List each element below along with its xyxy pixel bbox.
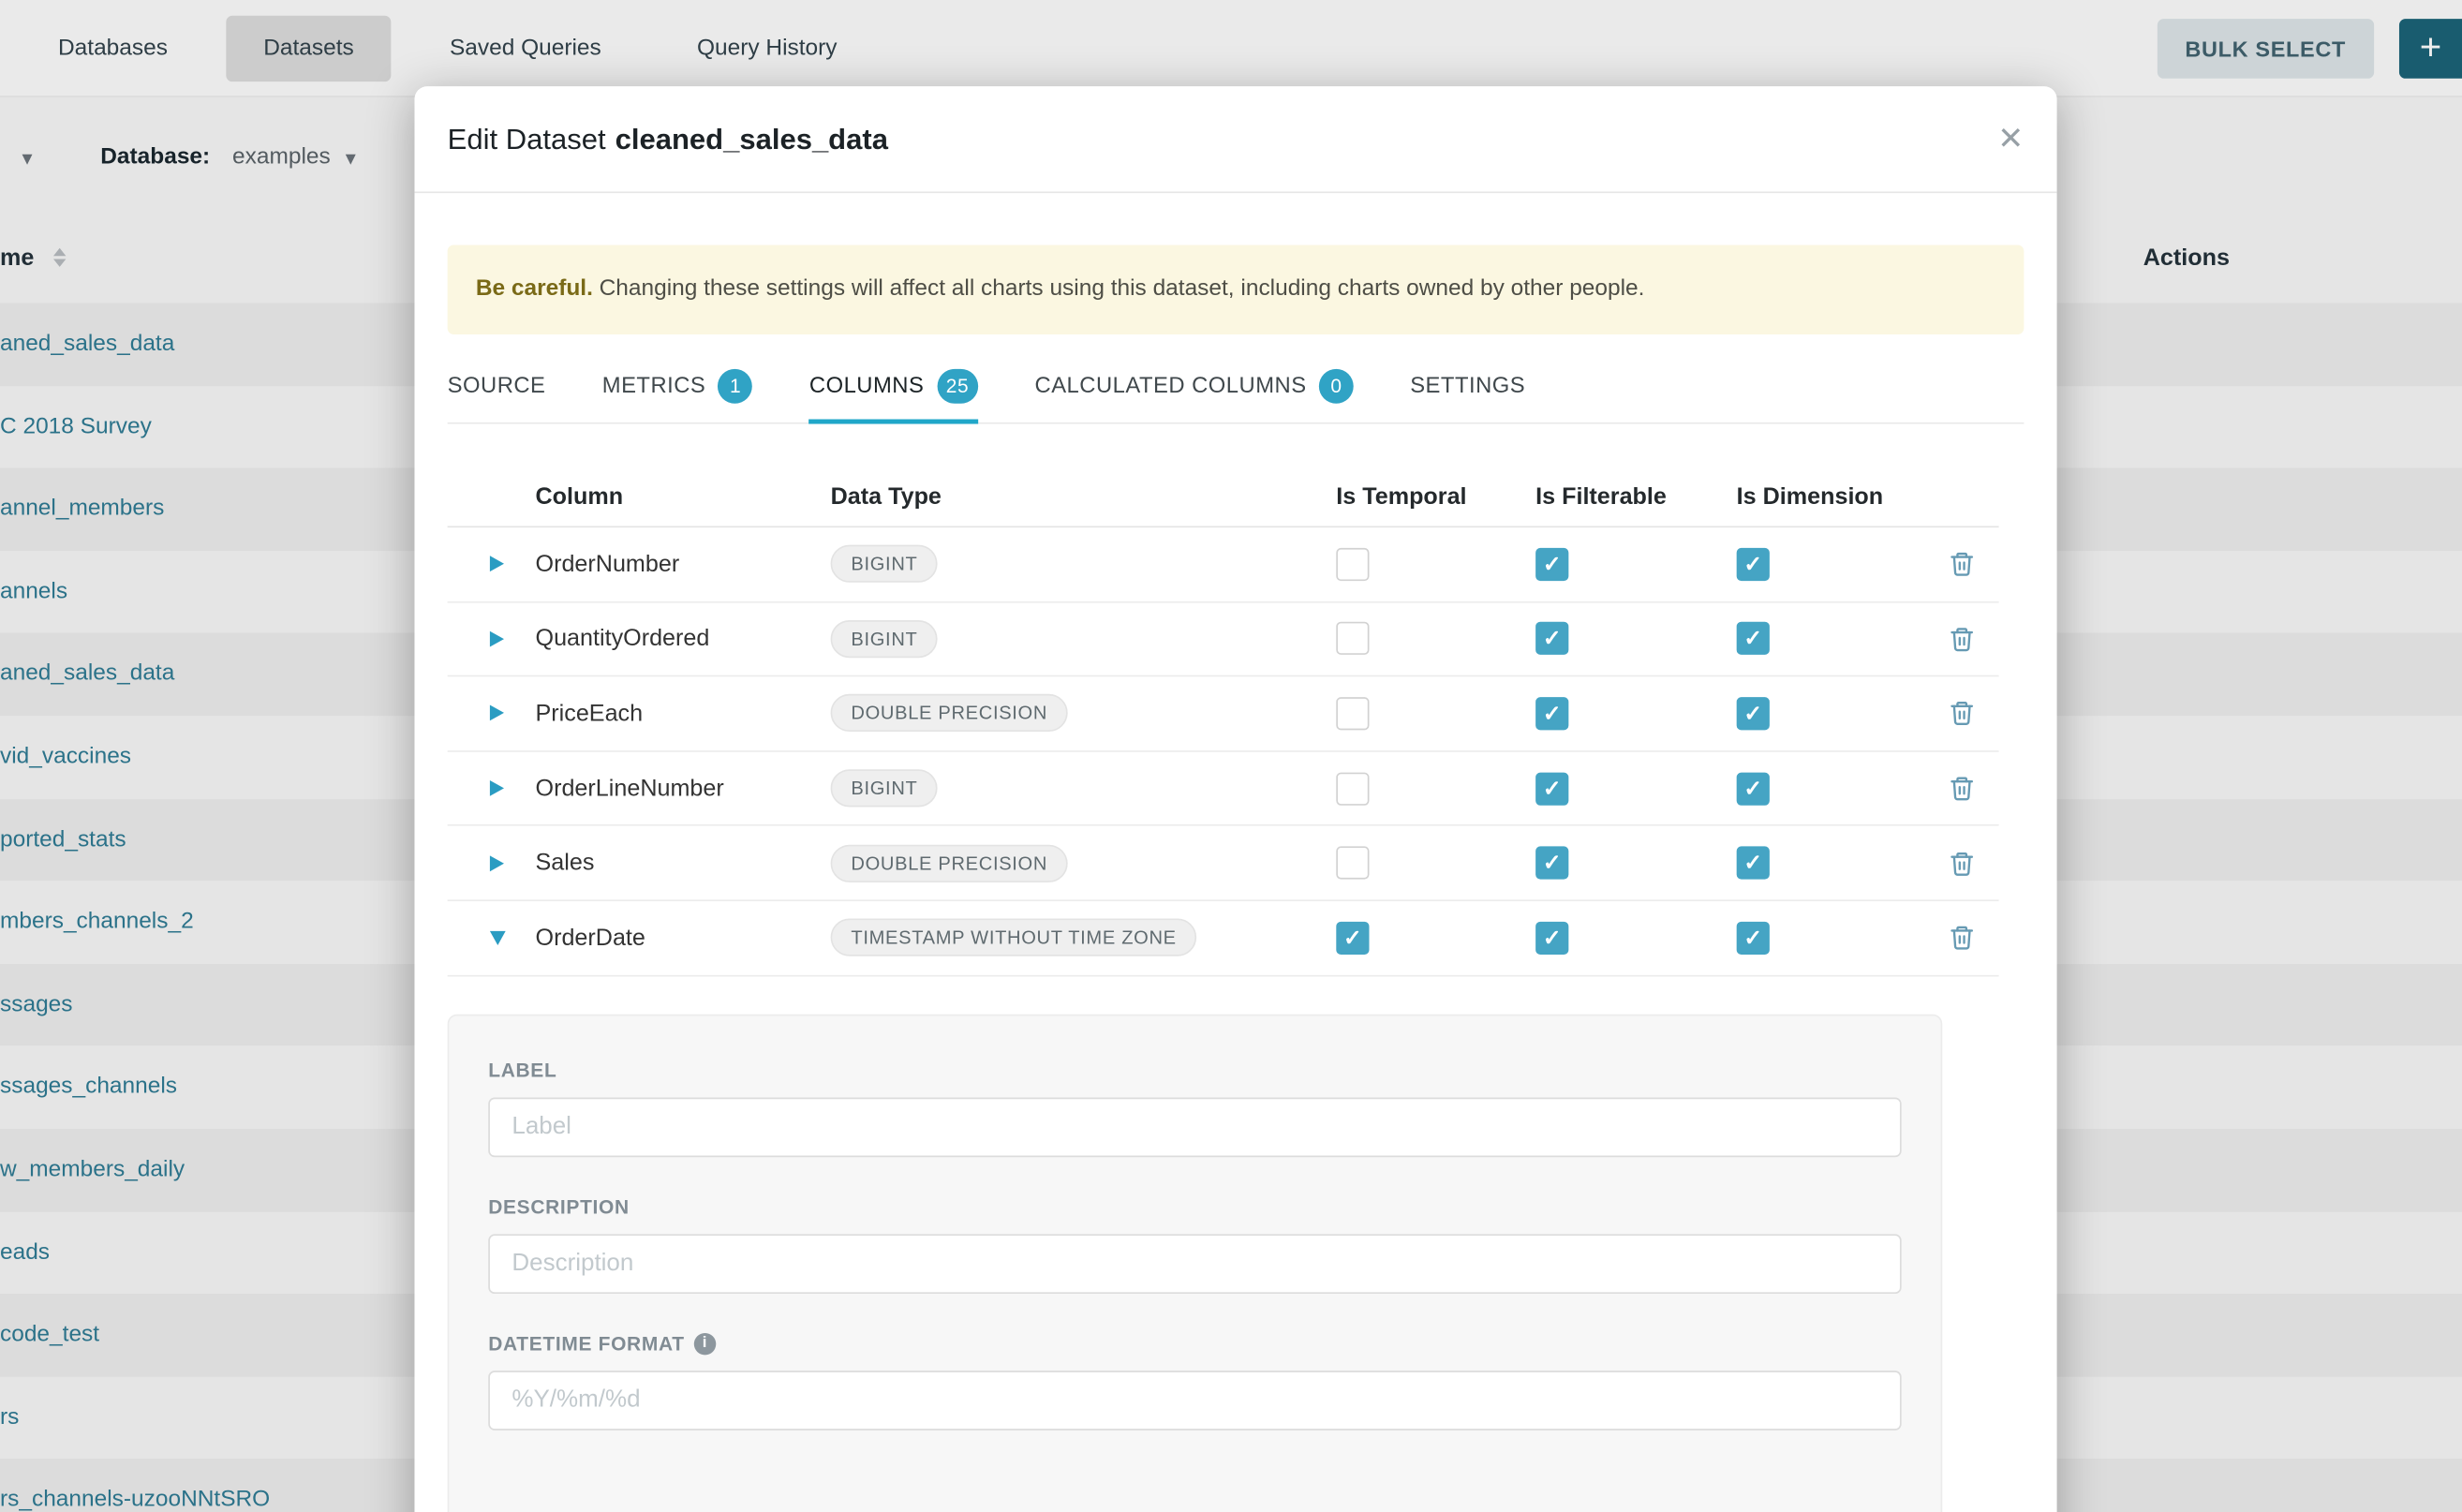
data-type-pill: TIMESTAMP WITHOUT TIME ZONE xyxy=(831,919,1197,956)
header-is-filterable: Is Filterable xyxy=(1535,482,1737,509)
column-detail-panel: LABEL DESCRIPTION DATETIME FORMATi xyxy=(448,1014,1943,1512)
description-input[interactable] xyxy=(488,1234,1901,1294)
is-dimension-checkbox[interactable] xyxy=(1737,548,1770,581)
delete-icon[interactable] xyxy=(1949,550,1975,578)
modal-title: Edit Datasetcleaned_sales_data xyxy=(448,122,888,156)
is-dimension-checkbox[interactable] xyxy=(1737,697,1770,730)
column-name: OrderLineNumber xyxy=(536,775,831,801)
is-temporal-checkbox[interactable] xyxy=(1336,921,1369,954)
is-filterable-checkbox[interactable] xyxy=(1535,622,1568,655)
data-type-pill: DOUBLE PRECISION xyxy=(831,695,1068,733)
expand-caret-icon[interactable] xyxy=(490,631,504,647)
delete-icon[interactable] xyxy=(1949,924,1975,952)
tab-metrics[interactable]: METRICS1 xyxy=(602,350,753,422)
delete-icon[interactable] xyxy=(1949,774,1975,802)
is-filterable-checkbox[interactable] xyxy=(1535,921,1568,954)
column-name: QuantityOrdered xyxy=(536,626,831,652)
is-filterable-checkbox[interactable] xyxy=(1535,697,1568,730)
tab-calculated-columns[interactable]: CALCULATED COLUMNS0 xyxy=(1035,350,1354,422)
column-name: OrderDate xyxy=(536,925,831,951)
column-name: OrderNumber xyxy=(536,551,831,577)
header-data-type: Data Type xyxy=(831,482,1337,509)
info-icon[interactable]: i xyxy=(694,1332,716,1354)
modal-header: Edit Datasetcleaned_sales_data ✕ xyxy=(414,86,2056,193)
is-temporal-checkbox[interactable] xyxy=(1336,772,1369,805)
metrics-count-badge: 1 xyxy=(719,369,753,404)
is-filterable-checkbox[interactable] xyxy=(1535,847,1568,880)
column-row: OrderNumber BIGINT xyxy=(448,527,1999,602)
column-row: PriceEach DOUBLE PRECISION xyxy=(448,677,1999,752)
is-filterable-checkbox[interactable] xyxy=(1535,548,1568,581)
is-temporal-checkbox[interactable] xyxy=(1336,697,1369,730)
edit-dataset-modal: Edit Datasetcleaned_sales_data ✕ Be care… xyxy=(414,86,2056,1512)
is-dimension-checkbox[interactable] xyxy=(1737,847,1770,880)
is-temporal-checkbox[interactable] xyxy=(1336,548,1369,581)
label-field-label: LABEL xyxy=(488,1060,1901,1081)
column-name: Sales xyxy=(536,850,831,876)
column-row: Sales DOUBLE PRECISION xyxy=(448,826,1999,901)
columns-table: Column Data Type Is Temporal Is Filterab… xyxy=(448,467,1999,976)
delete-icon[interactable] xyxy=(1949,625,1975,653)
tab-source[interactable]: SOURCE xyxy=(448,350,546,422)
header-is-dimension: Is Dimension xyxy=(1737,482,1925,509)
column-row: OrderLineNumber BIGINT xyxy=(448,751,1999,826)
close-icon[interactable]: ✕ xyxy=(1997,124,2024,156)
datetime-format-field-label: DATETIME FORMATi xyxy=(488,1332,1901,1354)
label-input[interactable] xyxy=(488,1097,1901,1157)
modal-body: Be careful. Changing these settings will … xyxy=(414,245,2056,1512)
tab-columns[interactable]: COLUMNS25 xyxy=(809,350,978,422)
collapse-caret-icon[interactable] xyxy=(490,930,506,944)
column-row-expanded: OrderDate TIMESTAMP WITHOUT TIME ZONE xyxy=(448,901,1999,976)
modal-tabs: SOURCE METRICS1 COLUMNS25 CALCULATED COL… xyxy=(448,350,2024,424)
expand-caret-icon[interactable] xyxy=(490,855,504,871)
app-root: Databases Datasets Saved Queries Query H… xyxy=(0,0,2462,1512)
warning-text: Changing these settings will affect all … xyxy=(600,276,1645,302)
calculated-columns-count-badge: 0 xyxy=(1319,369,1354,404)
is-temporal-checkbox[interactable] xyxy=(1336,622,1369,655)
header-column: Column xyxy=(536,482,831,509)
data-type-pill: BIGINT xyxy=(831,620,939,658)
column-row: QuantityOrdered BIGINT xyxy=(448,602,1999,677)
warning-bold: Be careful. xyxy=(476,276,593,302)
dataset-name: cleaned_sales_data xyxy=(616,122,888,155)
expand-caret-icon[interactable] xyxy=(490,556,504,572)
is-dimension-checkbox[interactable] xyxy=(1737,622,1770,655)
delete-icon[interactable] xyxy=(1949,700,1975,728)
description-field-label: DESCRIPTION xyxy=(488,1195,1901,1217)
warning-banner: Be careful. Changing these settings will … xyxy=(448,245,2024,334)
expand-caret-icon[interactable] xyxy=(490,705,504,721)
columns-count-badge: 25 xyxy=(937,369,978,404)
data-type-pill: BIGINT xyxy=(831,545,939,583)
delete-icon[interactable] xyxy=(1949,849,1975,877)
is-dimension-checkbox[interactable] xyxy=(1737,921,1770,954)
is-dimension-checkbox[interactable] xyxy=(1737,772,1770,805)
expand-caret-icon[interactable] xyxy=(490,780,504,796)
tab-settings[interactable]: SETTINGS xyxy=(1410,350,1525,422)
column-name: PriceEach xyxy=(536,700,831,726)
columns-table-header: Column Data Type Is Temporal Is Filterab… xyxy=(448,467,1999,527)
data-type-pill: DOUBLE PRECISION xyxy=(831,844,1068,882)
header-is-temporal: Is Temporal xyxy=(1336,482,1535,509)
data-type-pill: BIGINT xyxy=(831,769,939,807)
datetime-format-input[interactable] xyxy=(488,1370,1901,1430)
is-filterable-checkbox[interactable] xyxy=(1535,772,1568,805)
is-temporal-checkbox[interactable] xyxy=(1336,847,1369,880)
